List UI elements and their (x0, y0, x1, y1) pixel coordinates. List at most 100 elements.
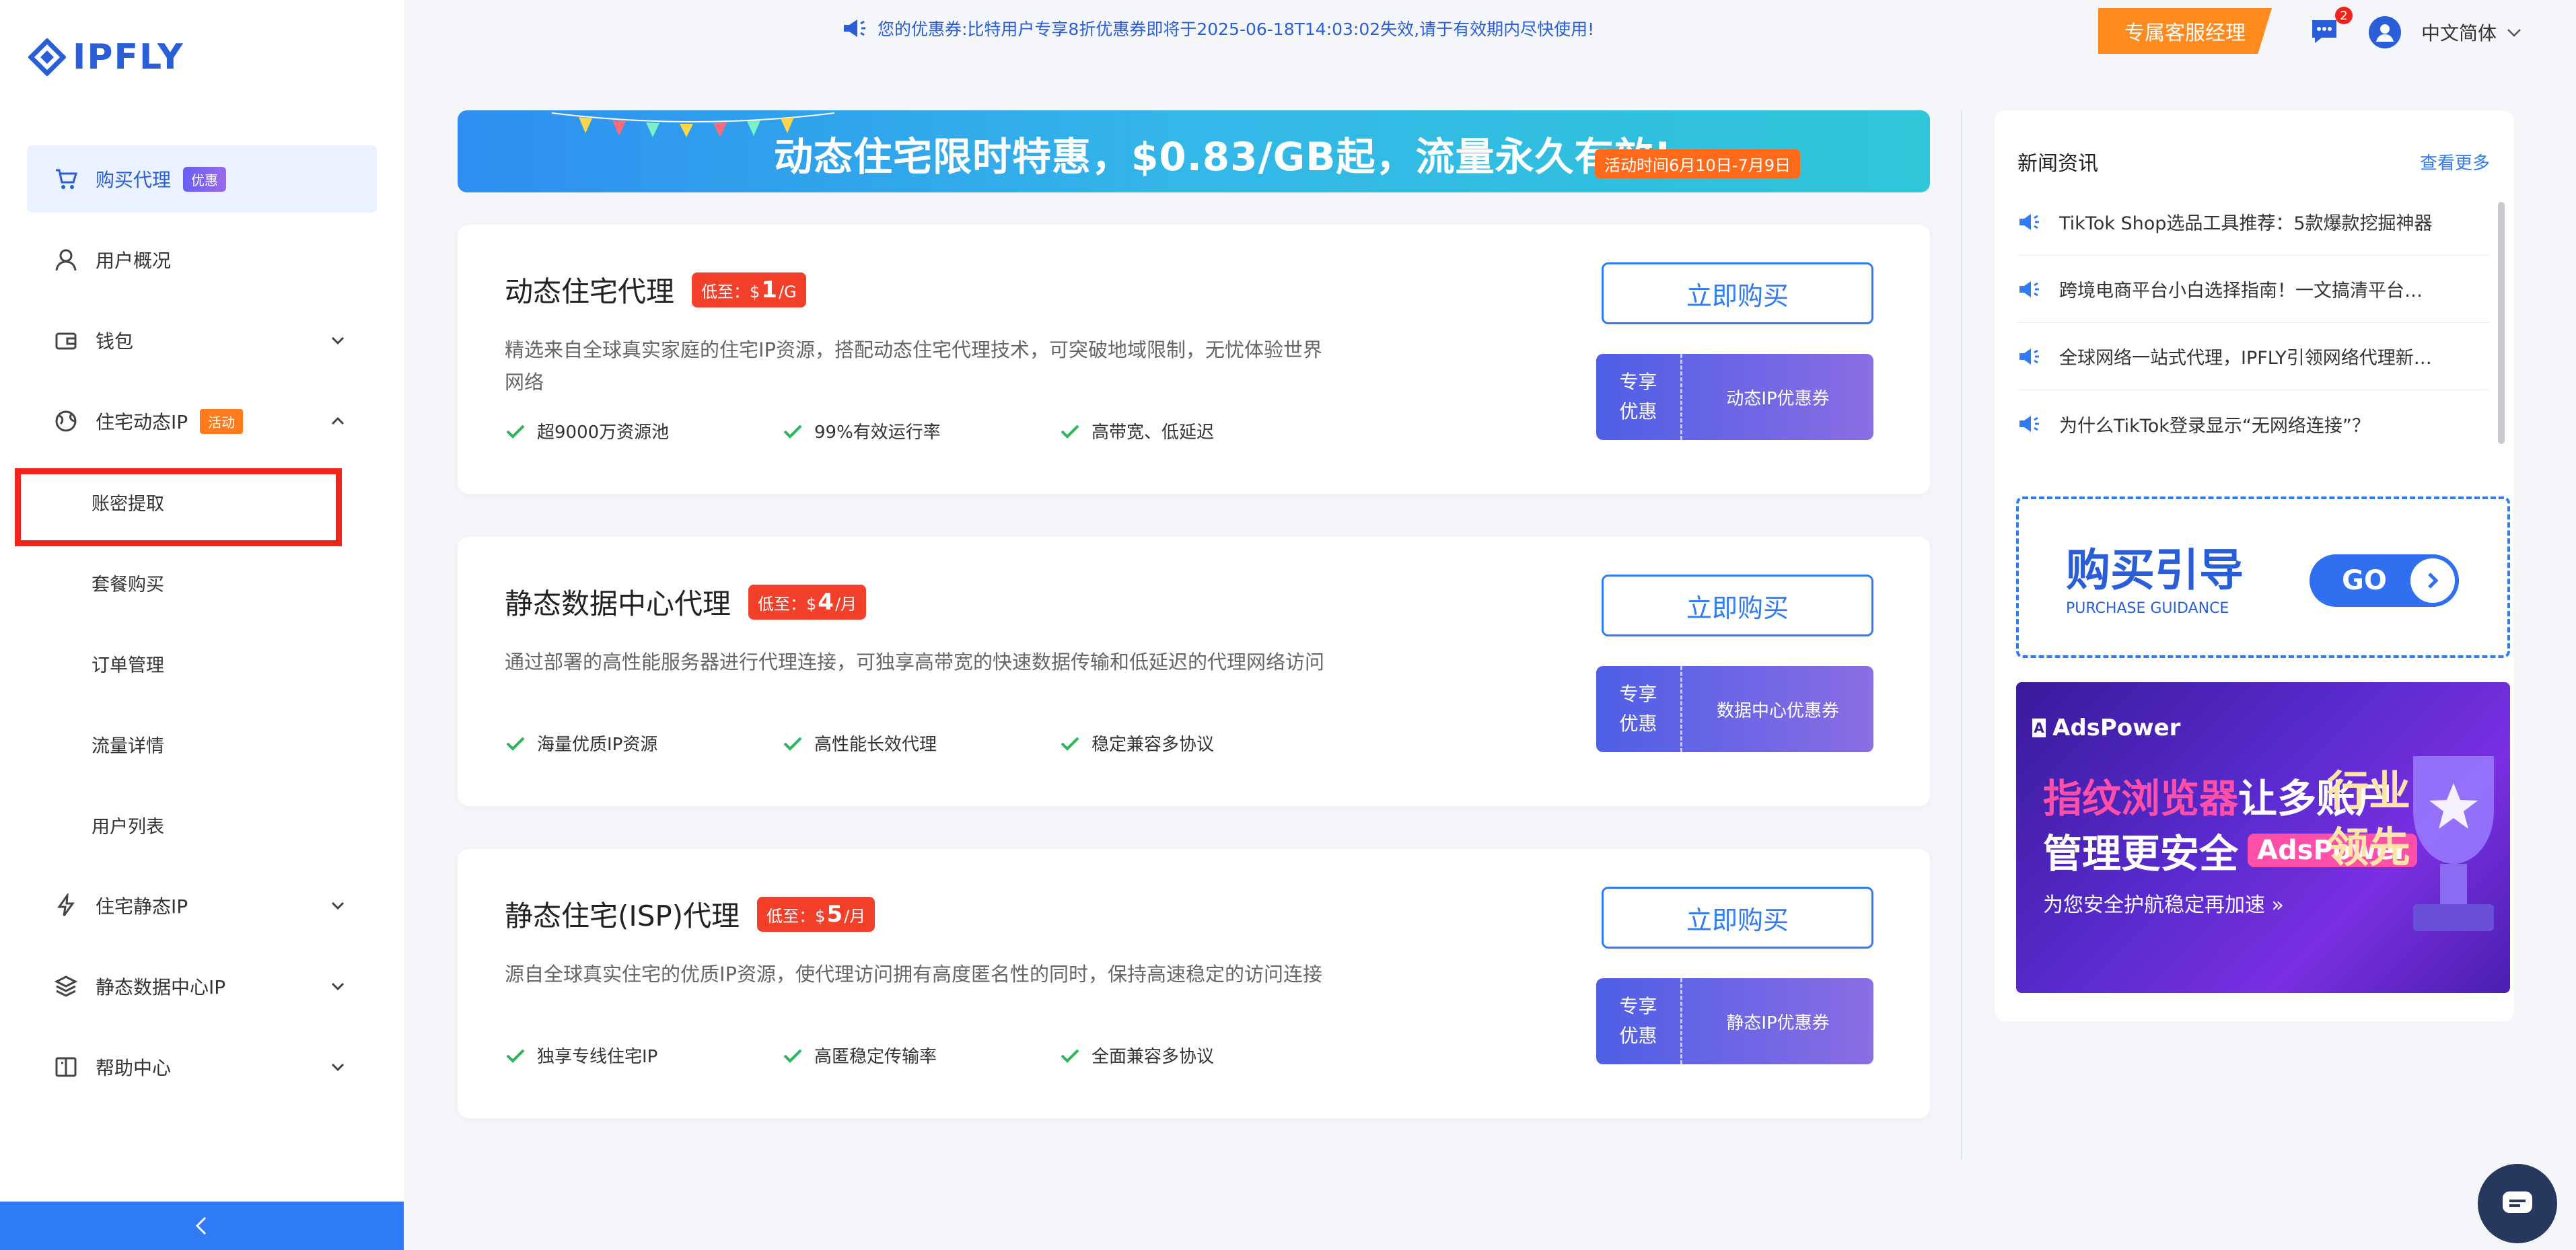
chevron-down-icon (331, 982, 345, 991)
coupon-button[interactable]: 专享 优惠 动态IP优惠券 (1596, 354, 1873, 440)
buy-now-button[interactable]: 立即购买 (1602, 262, 1873, 324)
ad-headline-2-text: 管理更安全 (2043, 831, 2239, 877)
trophy-icon (2413, 756, 2494, 931)
sidebar-item-user-overview[interactable]: 用户概况 (27, 226, 377, 293)
price-prefix: 低至：$ (701, 282, 760, 301)
guide-title: 购买引导 (2066, 544, 2244, 596)
notice-text: 您的优惠券:比特用户专享8折优惠券即将于2025-06-18T14:03:02失… (878, 20, 1595, 39)
buy-now-button[interactable]: 立即购买 (1602, 575, 1873, 636)
check-icon (1061, 425, 1079, 439)
feature-list: 海量优质IP资源 高性能长效代理 稳定兼容多协议 (505, 731, 1336, 756)
chevron-up-icon (331, 416, 345, 425)
price-badge: 低至：$ 5 /月 (757, 896, 875, 932)
product-card-static-datacenter: 静态数据中心代理 低至：$ 4 /月 通过部署的高性能服务器进行代理连接，可独享… (458, 537, 1930, 806)
activity-badge: 活动 (200, 408, 244, 434)
banner-headline: 动态住宅限时特惠，$0.83/GB起，流量永久有效! (774, 134, 1672, 180)
feature-label: 全面兼容多协议 (1092, 1047, 1215, 1067)
subitem-package-purchase[interactable]: 套餐购买 (92, 562, 164, 603)
product-title-row: 静态数据中心代理 低至：$ 4 /月 (505, 581, 867, 622)
sidebar-collapse-button[interactable] (0, 1202, 404, 1250)
user-icon (52, 246, 79, 273)
news-scrollbar[interactable] (2498, 202, 2505, 444)
chevron-down-icon (2507, 29, 2521, 37)
sidebar-item-residential-dynamic-ip[interactable]: 住宅动态IP 活动 (27, 388, 377, 455)
news-item[interactable]: 全球网络一站式代理，IPFLY引领网络代理新… (2017, 323, 2490, 390)
server-icon (52, 973, 79, 1000)
feature-item: 海量优质IP资源 (505, 731, 782, 756)
chevron-down-icon (331, 336, 345, 345)
megaphone-icon (2019, 416, 2039, 432)
sidebar-item-static-datacenter-ip[interactable]: 静态数据中心IP (27, 953, 377, 1020)
chevron-down-icon (331, 902, 345, 910)
ad-tagline: 为您安全护航稳定再加速 » (2043, 893, 2284, 917)
logo[interactable]: IPFLY (28, 34, 184, 81)
news-item[interactable]: 为什么TikTok登录显示“无网络连接”？ (2017, 390, 2490, 457)
news-header: 新闻资讯 查看更多 (2017, 135, 2490, 188)
megaphone-icon (2019, 213, 2039, 230)
chat-icon (2503, 1191, 2532, 1213)
coupon-button[interactable]: 专享 优惠 静态IP优惠券 (1596, 978, 1873, 1064)
sidebar-item-buy-proxy[interactable]: 购买代理 优惠 (27, 145, 377, 213)
sidebar-item-wallet[interactable]: 钱包 (27, 307, 377, 374)
news-item[interactable]: TikTok Shop选品工具推荐：5款爆款挖掘神器 (2017, 188, 2490, 256)
sidebar-item-label: 住宅静态IP (96, 895, 188, 918)
news-item-title: 全球网络一站式代理，IPFLY引领网络代理新… (2059, 348, 2432, 369)
purchase-guide-card[interactable]: 购买引导 PURCHASE GUIDANCE GO (2016, 497, 2510, 658)
guide-subtitle: PURCHASE GUIDANCE (2066, 600, 2229, 617)
coupon-tag: 专享 优惠 (1596, 978, 1682, 1064)
go-label: GO (2342, 565, 2387, 596)
sidebar-item-residential-static-ip[interactable]: 住宅静态IP (27, 872, 377, 939)
product-title-row: 静态住宅(ISP)代理 低至：$ 5 /月 (505, 893, 875, 934)
sidebar-item-label: 住宅动态IP (96, 411, 188, 433)
buy-now-button[interactable]: 立即购买 (1602, 887, 1873, 949)
user-avatar-icon (2376, 24, 2394, 42)
coupon-tag-line: 专享 (1619, 683, 1657, 705)
coupon-tag-line: 优惠 (1619, 1025, 1657, 1047)
cart-icon (52, 166, 79, 192)
adspower-ad[interactable]: A AdsPower 指纹浏览器让多账户 管理更安全 AdsPower 为您安全… (2016, 682, 2510, 993)
news-more-link[interactable]: 查看更多 (2420, 149, 2490, 174)
content-divider (1961, 110, 1962, 1160)
price-number: 5 (826, 900, 843, 928)
sidebar-item-label: 帮助中心 (96, 1057, 172, 1079)
feature-item: 独享专线住宅IP (505, 1043, 782, 1068)
price-badge: 低至：$ 1 /G (692, 272, 806, 307)
go-button[interactable]: GO (2310, 554, 2459, 607)
price-unit: /月 (834, 594, 857, 614)
feature-item: 高带宽、低延迟 (1059, 418, 1336, 443)
subitem-traffic-details[interactable]: 流量详情 (92, 724, 164, 764)
feature-label: 高匿稳定传输率 (814, 1047, 937, 1067)
price-unit: /G (778, 282, 797, 301)
price-prefix: 低至：$ (766, 906, 826, 926)
promo-banner[interactable]: 动态住宅限时特惠，$0.83/GB起，流量永久有效! 活动时间6月10日-7月9… (458, 110, 1930, 192)
megaphone-icon (2019, 348, 2039, 365)
exclusive-manager-button[interactable]: 专属客服经理 (2098, 8, 2272, 54)
chevron-left-icon (195, 1216, 207, 1235)
language-selector[interactable]: 中文简体 (2421, 19, 2524, 46)
check-icon (1061, 1049, 1079, 1063)
chat-button[interactable] (2478, 1164, 2557, 1243)
ad-lead-line: 领先 (2327, 823, 2411, 872)
arrow-right-icon (2406, 554, 2459, 607)
ad-headline-highlight: 指纹浏览器 (2043, 776, 2239, 821)
news-item-title: 为什么TikTok登录显示“无网络连接”？ (2059, 415, 2370, 437)
sidebar-item-label: 购买代理 (96, 169, 172, 191)
news-item-title: TikTok Shop选品工具推荐：5款爆款挖掘神器 (2059, 213, 2433, 234)
sidebar-item-help-center[interactable]: 帮助中心 (27, 1033, 377, 1101)
news-title: 新闻资讯 (2017, 152, 2098, 176)
price-badge: 低至：$ 4 /月 (748, 584, 867, 620)
feature-item: 超9000万资源池 (505, 418, 782, 443)
banner-date-badge: 活动时间6月10日-7月9日 (1595, 149, 1801, 178)
product-card-dynamic-residential: 动态住宅代理 低至：$ 1 /G 精选来自全球真实家庭的住宅IP资源，搭配动态住… (458, 225, 1930, 494)
message-count-badge: 2 (2335, 7, 2353, 24)
subitem-order-management[interactable]: 订单管理 (92, 643, 164, 684)
coupon-button[interactable]: 专享 优惠 数据中心优惠券 (1596, 666, 1873, 752)
feature-label: 海量优质IP资源 (537, 735, 658, 755)
news-item[interactable]: 跨境电商平台小白选择指南！一文搞清平台… (2017, 256, 2490, 323)
product-description: 通过部署的高性能服务器进行代理连接，可独享高带宽的快速数据传输和低延迟的代理网络… (505, 651, 1325, 673)
avatar[interactable] (2369, 16, 2401, 48)
coupon-label: 动态IP优惠券 (1726, 388, 1830, 409)
feature-label: 99%有效运行率 (814, 422, 941, 443)
subitem-user-list[interactable]: 用户列表 (92, 805, 164, 845)
feature-list: 独享专线住宅IP 高匿稳定传输率 全面兼容多协议 (505, 1043, 1336, 1068)
